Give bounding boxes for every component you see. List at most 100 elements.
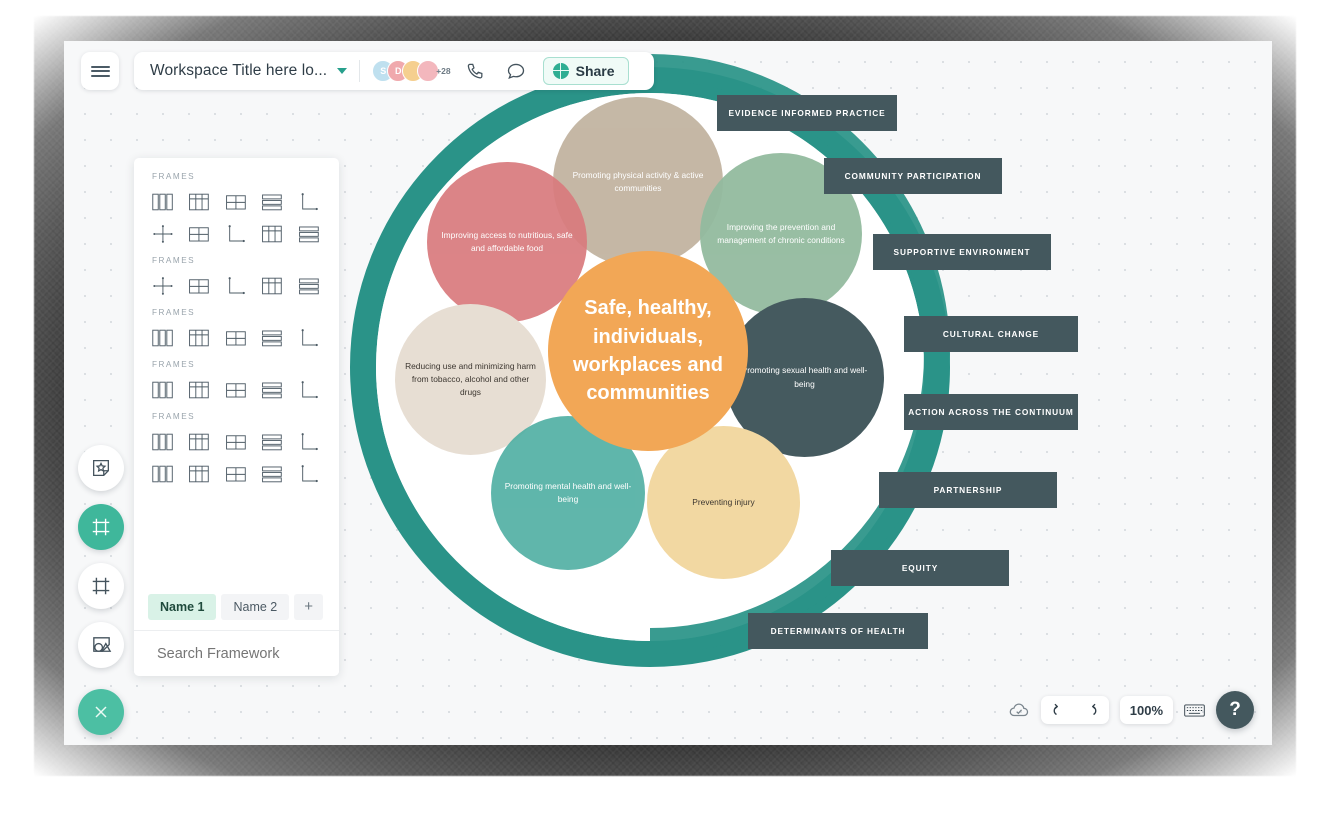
share-label: Share (575, 63, 615, 79)
grid3-frame-icon[interactable] (188, 464, 211, 484)
frames-group-title: FRAMES (152, 360, 196, 369)
tag-supportive-environment[interactable]: SUPPORTIVE ENVIRONMENT (873, 234, 1051, 270)
comment-icon (507, 63, 524, 80)
frame-icon-row (152, 224, 321, 244)
chevron-down-icon[interactable] (337, 68, 348, 74)
rows-frame-icon[interactable] (261, 380, 284, 400)
crosshair-frame-icon[interactable] (152, 276, 175, 296)
tag-partnership[interactable]: PARTNERSHIP (879, 472, 1057, 508)
collaborator-avatars[interactable]: S D +28 (372, 60, 451, 82)
quad-frame-icon[interactable] (225, 380, 248, 400)
corner-frame-icon[interactable] (298, 328, 321, 348)
tag-label: CULTURAL CHANGE (942, 329, 1040, 339)
grid-frame-icon (92, 577, 110, 595)
bubble-label: Reducing use and minimizing harm from to… (405, 360, 536, 397)
grid3-frame-icon[interactable] (188, 380, 211, 400)
corner-frame-icon[interactable] (225, 224, 248, 244)
undo-redo-group (1040, 696, 1109, 724)
cloud-saved-icon[interactable] (1008, 699, 1030, 721)
tab-name-1[interactable]: Name 1 (148, 594, 217, 620)
zoom-level-button[interactable]: 100% (1119, 696, 1173, 724)
close-panel-button[interactable] (78, 689, 124, 735)
quad-frame-icon[interactable] (225, 192, 248, 212)
frames-group: FRAMES (134, 172, 339, 244)
corner-frame-icon[interactable] (298, 380, 321, 400)
share-button[interactable]: Share (542, 57, 629, 85)
undo-icon[interactable] (1051, 701, 1070, 720)
search-framework-bar (134, 630, 339, 676)
shapes-tool-button[interactable] (78, 622, 124, 668)
frames-group: FRAMES (134, 256, 339, 296)
search-input[interactable] (157, 645, 339, 662)
quad-frame-icon[interactable] (188, 224, 211, 244)
redo-icon[interactable] (1080, 701, 1099, 720)
tag-community-participation[interactable]: COMMUNITY PARTICIPATION (824, 158, 1002, 194)
grid3-frame-icon[interactable] (261, 224, 284, 244)
frame-icon (92, 518, 110, 536)
tag-equity[interactable]: EQUITY (831, 550, 1009, 586)
corner-frame-icon[interactable] (298, 464, 321, 484)
columns-frame-icon[interactable] (152, 432, 175, 452)
frames-group: FRAMES (134, 308, 339, 348)
frames-group: FRAMES (134, 412, 339, 484)
frame-icon-row (152, 192, 321, 212)
help-button[interactable]: ? (1216, 691, 1254, 729)
grid3-frame-icon[interactable] (188, 432, 211, 452)
corner-frame-icon[interactable] (298, 432, 321, 452)
quad-frame-icon[interactable] (225, 432, 248, 452)
quad-frame-icon[interactable] (225, 464, 248, 484)
columns-frame-icon[interactable] (152, 380, 175, 400)
toolbar-divider (359, 60, 361, 82)
corner-frame-icon[interactable] (225, 276, 248, 296)
center-bubble-label: Safe, healthy, individuals, workplaces a… (572, 297, 724, 405)
tag-label: COMMUNITY PARTICIPATION (844, 171, 982, 181)
grid3-frame-icon[interactable] (188, 328, 211, 348)
bottom-right-controls: 100% ? (1008, 691, 1254, 729)
quad-frame-icon[interactable] (188, 276, 211, 296)
call-button[interactable] (461, 56, 491, 86)
keyboard-icon[interactable] (1184, 702, 1205, 719)
rows-frame-icon[interactable] (261, 328, 284, 348)
tag-cultural-change[interactable]: CULTURAL CHANGE (904, 316, 1078, 352)
columns-frame-icon[interactable] (152, 464, 175, 484)
grid-tool-button[interactable] (78, 563, 124, 609)
tag-determinants-of-health[interactable]: DETERMINANTS OF HEALTH (748, 613, 928, 649)
rows-frame-icon[interactable] (261, 192, 284, 212)
frame-icon-row (152, 380, 321, 400)
frames-group-title: FRAMES (152, 412, 196, 421)
bubble-injury[interactable]: Preventing injury (647, 426, 800, 579)
columns-frame-icon[interactable] (152, 328, 175, 348)
chat-button[interactable] (501, 56, 531, 86)
rows-frame-icon[interactable] (298, 276, 321, 296)
add-tab-button[interactable]: + (294, 594, 324, 620)
grid3-frame-icon[interactable] (188, 192, 211, 212)
frame-icon-row (152, 276, 321, 296)
avatar-overflow-count[interactable]: +28 (436, 66, 450, 76)
rows-frame-icon[interactable] (261, 432, 284, 452)
frames-scroll-area[interactable]: FRAMES FRAMES FRAMES FRAMES FRAMES (134, 158, 339, 628)
center-bubble[interactable]: Safe, healthy, individuals, workplaces a… (548, 251, 748, 451)
title-toolbar: Workspace Title here lo... S D +28 Share (134, 52, 654, 90)
crosshair-frame-icon[interactable] (152, 224, 175, 244)
zoom-level-label: 100% (1129, 702, 1163, 718)
frame-icon-row (152, 464, 321, 484)
rows-frame-icon[interactable] (298, 224, 321, 244)
sticker-tool-button[interactable] (78, 445, 124, 491)
sticker-star-icon (93, 460, 109, 476)
frame-tool-button[interactable] (78, 504, 124, 550)
frames-group-title: FRAMES (152, 256, 196, 265)
grid3-frame-icon[interactable] (261, 276, 284, 296)
tab-name-2[interactable]: Name 2 (221, 594, 290, 620)
hamburger-icon (90, 63, 110, 79)
workspace-title[interactable]: Workspace Title here lo... (150, 62, 327, 80)
corner-frame-icon[interactable] (298, 192, 321, 212)
frames-panel[interactable]: FRAMES FRAMES FRAMES FRAMES FRAMES Name … (134, 158, 339, 676)
frames-group: FRAMES (134, 360, 339, 400)
tag-action-across-continuum[interactable]: ACTION ACROSS THE CONTINUUM (904, 394, 1078, 430)
bubble-label: Improving the prevention and management … (717, 221, 845, 245)
tag-evidence-informed-practice[interactable]: EVIDENCE INFORMED PRACTICE (717, 95, 897, 131)
columns-frame-icon[interactable] (152, 192, 175, 212)
menu-button[interactable] (81, 52, 119, 90)
quad-frame-icon[interactable] (225, 328, 248, 348)
rows-frame-icon[interactable] (261, 464, 284, 484)
